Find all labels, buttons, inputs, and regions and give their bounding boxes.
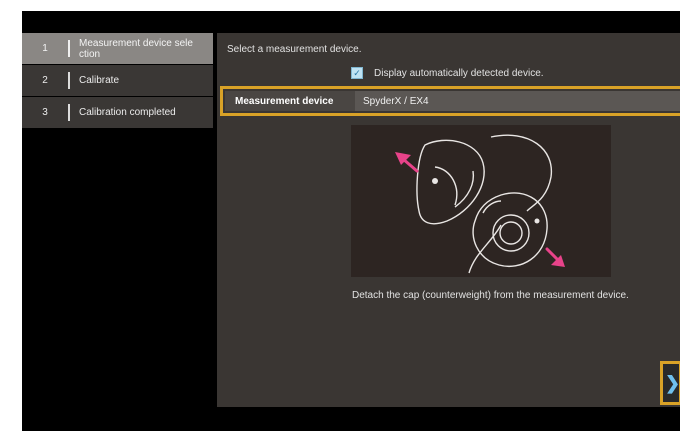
step-sidebar: 1 Measurement device sele ction 2 Calibr… bbox=[22, 33, 213, 129]
select-device-prompt: Select a measurement device. bbox=[227, 44, 362, 55]
cable-lower-line bbox=[468, 224, 502, 274]
step-item-1[interactable]: 1 Measurement device sele ction bbox=[22, 33, 213, 64]
cap-edge bbox=[434, 166, 458, 206]
sensor-lens-outer bbox=[492, 214, 530, 252]
step-label: Measurement device sele ction bbox=[79, 37, 193, 60]
step-divider bbox=[68, 40, 70, 57]
sensor-dot bbox=[534, 218, 540, 224]
auto-detect-option[interactable]: ✓ Display automatically detected device. bbox=[351, 67, 544, 79]
step-number: 2 bbox=[42, 75, 48, 86]
cable-line bbox=[490, 134, 553, 212]
device-cap-illustration bbox=[395, 134, 565, 274]
measurement-device-row: Measurement device SpyderX / EX4 bbox=[220, 86, 680, 116]
step-label: Calibration completed bbox=[79, 107, 176, 118]
step-divider bbox=[68, 72, 70, 89]
next-button[interactable]: ❯ bbox=[660, 361, 680, 405]
sensor-lens-inner bbox=[499, 221, 523, 245]
detach-cap-caption: Detach the cap (counterweight) from the … bbox=[352, 290, 629, 301]
auto-detect-checkbox[interactable]: ✓ bbox=[351, 67, 363, 79]
measurement-device-select[interactable]: SpyderX / EX4 bbox=[355, 91, 680, 111]
auto-detect-label: Display automatically detected device. bbox=[374, 67, 544, 79]
step-divider bbox=[68, 104, 70, 121]
calibration-window: 1 Measurement device sele ction 2 Calibr… bbox=[22, 11, 680, 431]
cap-rim bbox=[454, 170, 475, 208]
main-panel: Select a measurement device. ✓ Display a… bbox=[217, 33, 680, 407]
chevron-right-icon: ❯ bbox=[665, 372, 680, 393]
cap-dot bbox=[432, 178, 438, 184]
step-label: Calibrate bbox=[79, 75, 120, 86]
measurement-device-label: Measurement device bbox=[235, 95, 334, 107]
cap-shape bbox=[416, 139, 485, 225]
device-illustration bbox=[351, 125, 611, 277]
step-number: 1 bbox=[42, 43, 48, 54]
step-item-3[interactable]: 3 Calibration completed bbox=[22, 97, 213, 128]
step-number: 3 bbox=[42, 107, 48, 118]
step-item-2[interactable]: 2 Calibrate bbox=[22, 65, 213, 96]
